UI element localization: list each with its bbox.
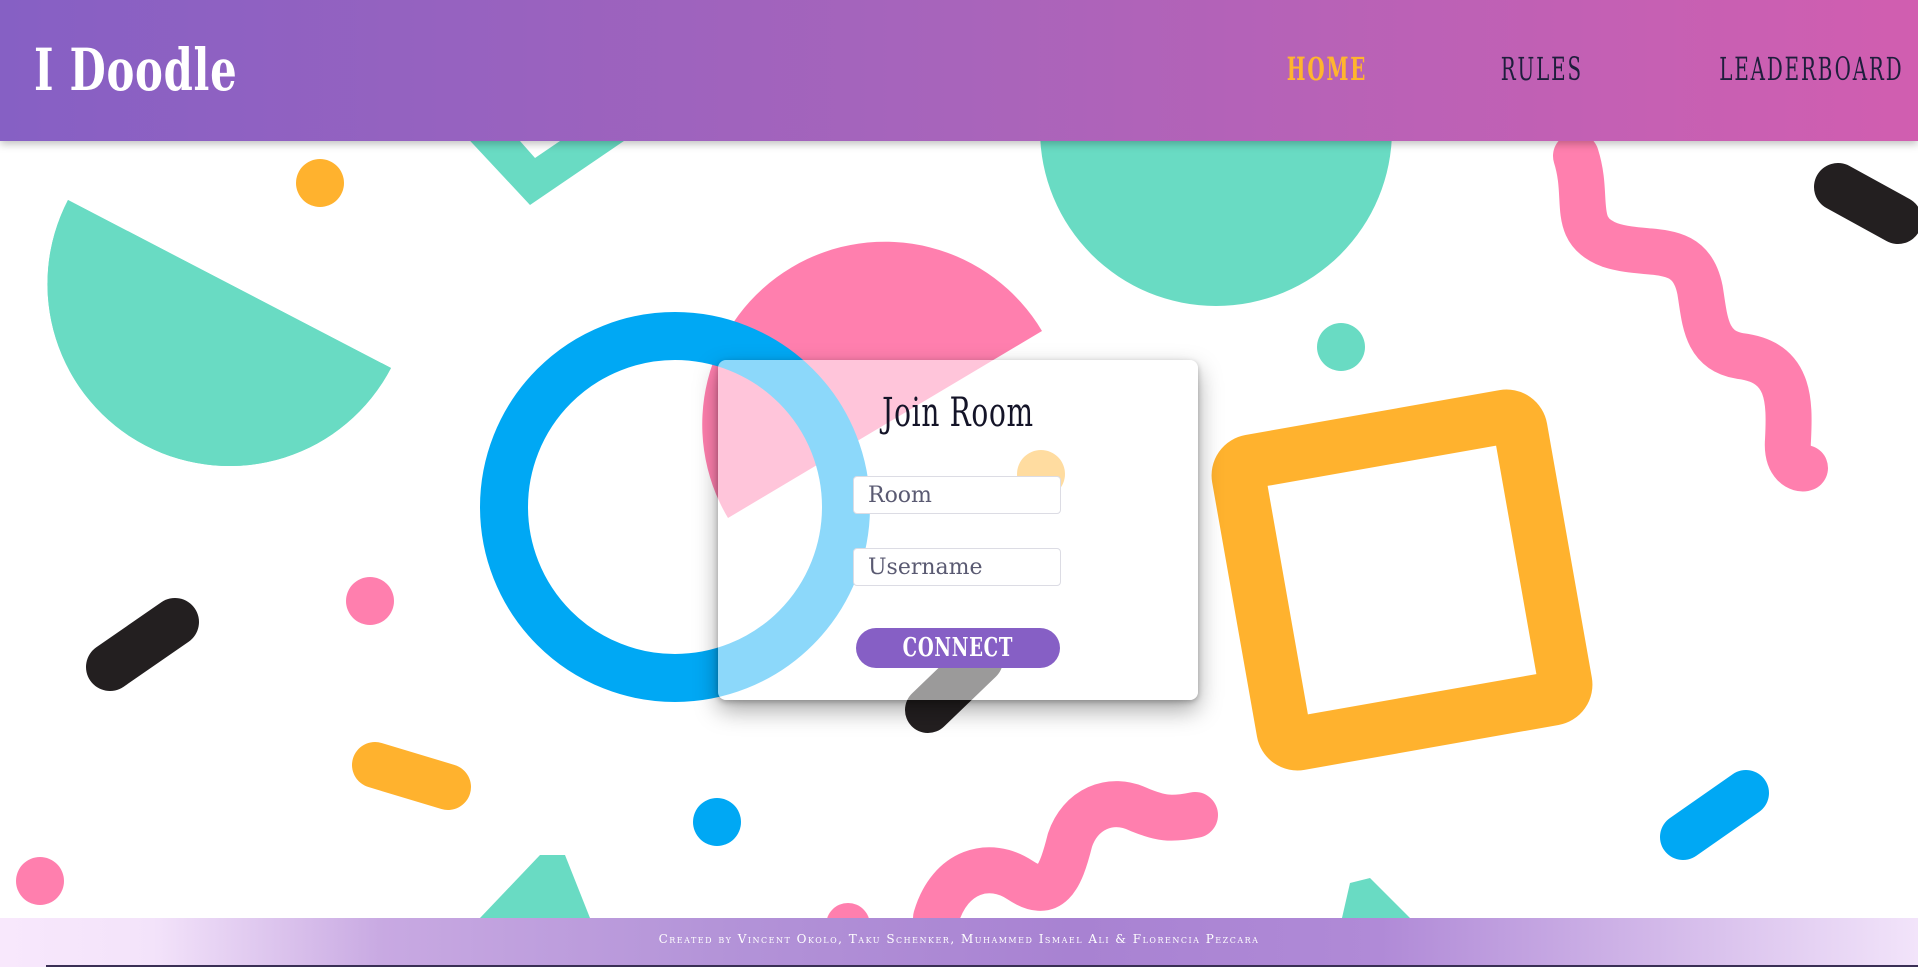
teal-semicircle-top xyxy=(1040,130,1392,306)
brand-logo[interactable]: I Doodle xyxy=(34,30,237,110)
footer: Created by Vincent Okolo, Taku Schenker,… xyxy=(0,918,1918,967)
black-pill-top-right xyxy=(1814,163,1918,244)
yellow-square-frame xyxy=(1211,389,1593,771)
join-room-card: Join Room CONNECT xyxy=(718,360,1198,700)
teal-triangle-bottom-right xyxy=(1342,878,1410,918)
nav-leaderboard-link[interactable]: LEADERBOARD xyxy=(1719,44,1901,94)
pink-dot-bottom-left xyxy=(16,857,64,905)
join-room-title: Join Room xyxy=(882,390,1034,436)
teal-triangle-bottom-left xyxy=(480,855,590,918)
blue-dot xyxy=(693,798,741,846)
yellow-dot xyxy=(296,159,344,207)
page: I Doodle HOME RULES LEADERBOARD Join Roo… xyxy=(0,0,1918,967)
pink-squiggle-right xyxy=(1553,133,1828,492)
pink-squiggle-bottom xyxy=(913,781,1218,941)
room-input[interactable] xyxy=(853,476,1061,514)
footer-credits: Created by Vincent Okolo, Taku Schenker,… xyxy=(658,932,1260,946)
top-navbar: I Doodle HOME RULES LEADERBOARD xyxy=(0,0,1918,141)
blue-pill-bottom-right xyxy=(1660,770,1769,860)
nav-home-link[interactable]: HOME xyxy=(1287,44,1368,94)
black-pill-left xyxy=(86,598,199,691)
teal-half-circle-left-arc xyxy=(47,200,391,467)
username-input[interactable] xyxy=(853,548,1061,586)
connect-button[interactable]: CONNECT xyxy=(856,628,1060,668)
nav-rules-link[interactable]: RULES xyxy=(1501,44,1582,94)
pink-dot-left xyxy=(346,577,394,625)
teal-dot-right xyxy=(1317,323,1365,371)
connect-button-label: CONNECT xyxy=(902,633,1014,663)
yellow-pill xyxy=(352,742,471,810)
